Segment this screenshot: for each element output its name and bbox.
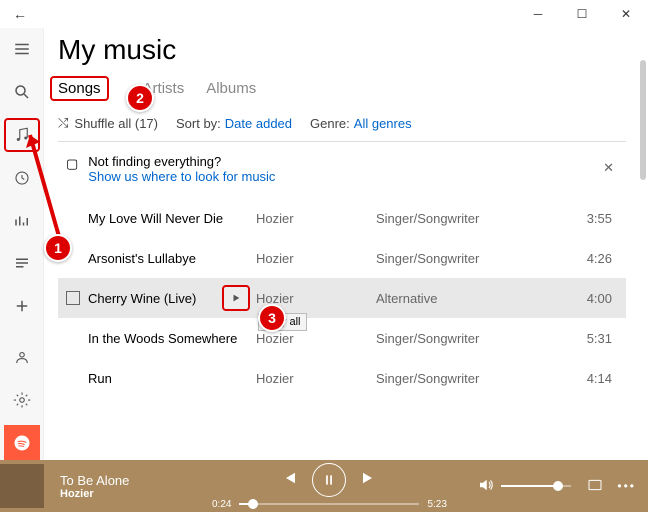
maximize-button[interactable]: ☐ (564, 0, 600, 28)
player-bar: To Be Alone Hozier 0:24 5:23 ••• (0, 460, 648, 512)
song-row[interactable]: Cherry Wine (Live)HozierAlternative4:00 (58, 278, 626, 318)
player-track-artist: Hozier (60, 488, 190, 500)
annotation-2: 2 (126, 84, 154, 112)
song-title: My Love Will Never Die (88, 211, 223, 226)
notice-title: Not finding everything? (88, 154, 618, 169)
song-row[interactable]: Run HozierSinger/Songwriter4:14 (58, 358, 626, 398)
song-duration: 4:26 (516, 251, 618, 266)
divider (58, 141, 626, 142)
annotation-arrow (20, 130, 70, 250)
back-button[interactable]: ← (4, 0, 36, 28)
genre-value[interactable]: All genres (354, 116, 412, 131)
play-button[interactable] (222, 285, 250, 311)
song-genre: Singer/Songwriter (376, 211, 516, 226)
settings-button[interactable] (4, 382, 40, 417)
volume-slider[interactable] (501, 485, 571, 487)
song-genre: Singer/Songwriter (376, 251, 516, 266)
time-total: 5:23 (427, 499, 446, 510)
notice-close[interactable]: ✕ (603, 160, 614, 176)
annotation-1: 1 (44, 234, 72, 262)
more-icon[interactable]: ••• (617, 479, 636, 493)
song-row[interactable]: Arsonist's Lullabye HozierSinger/Songwrit… (58, 238, 626, 278)
add-button[interactable] (4, 289, 40, 324)
song-genre: Singer/Songwriter (376, 331, 516, 346)
sort-value[interactable]: Date added (225, 116, 292, 131)
song-artist: Hozier (256, 331, 376, 346)
tab-songs[interactable]: Songs (50, 76, 109, 101)
song-row[interactable]: My Love Will Never Die HozierSinger/Songw… (58, 198, 626, 238)
hamburger-button[interactable] (4, 32, 40, 67)
close-button[interactable]: ✕ (608, 0, 644, 28)
song-duration: 4:14 (516, 371, 618, 386)
volume-icon[interactable] (477, 476, 495, 497)
genre-label: Genre: (310, 116, 350, 131)
song-artist: Hozier (256, 371, 376, 386)
shuffle-all[interactable]: Shuffle all (17) (74, 116, 158, 131)
cast-icon[interactable] (587, 477, 603, 496)
song-row[interactable]: In the Woods Somewhere HozierSinger/Songw… (58, 318, 626, 358)
play-pause-button[interactable] (312, 463, 346, 497)
scrollbar[interactable] (640, 60, 646, 180)
song-genre: Alternative (376, 291, 516, 306)
time-elapsed: 0:24 (212, 499, 231, 510)
song-duration: 4:00 (516, 291, 618, 306)
song-genre: Singer/Songwriter (376, 371, 516, 386)
annotation-3: 3 (258, 304, 286, 332)
song-duration: 5:31 (516, 331, 618, 346)
song-title: Arsonist's Lullabye (88, 251, 196, 266)
minimize-button[interactable]: ─ (520, 0, 556, 28)
song-title: Run (88, 371, 112, 386)
previous-button[interactable] (280, 469, 298, 490)
notice-link[interactable]: Show us where to look for music (88, 169, 618, 184)
controls-row: ⤭ Shuffle all (17) Sort by: Date added G… (58, 115, 626, 131)
song-duration: 3:55 (516, 211, 618, 226)
shuffle-icon: ⤭ (58, 115, 68, 131)
song-artist: Hozier (256, 211, 376, 226)
progress-slider[interactable] (239, 503, 419, 505)
checkbox[interactable] (66, 291, 80, 305)
notice: ▢ Not finding everything? Show us where … (58, 154, 626, 198)
page-title: My music (58, 34, 626, 66)
song-title: Cherry Wine (Live) (88, 291, 196, 306)
album-art[interactable] (0, 464, 44, 508)
tab-albums[interactable]: Albums (206, 80, 256, 101)
account-button[interactable] (4, 340, 40, 375)
sort-label: Sort by: (176, 116, 221, 131)
player-track-title: To Be Alone (60, 473, 190, 488)
search-button[interactable] (4, 75, 40, 110)
playlists-button[interactable] (4, 246, 40, 281)
song-title: In the Woods Somewhere (88, 331, 237, 346)
spotify-button[interactable] (4, 425, 40, 460)
song-artist: Hozier (256, 251, 376, 266)
next-button[interactable] (360, 469, 378, 490)
